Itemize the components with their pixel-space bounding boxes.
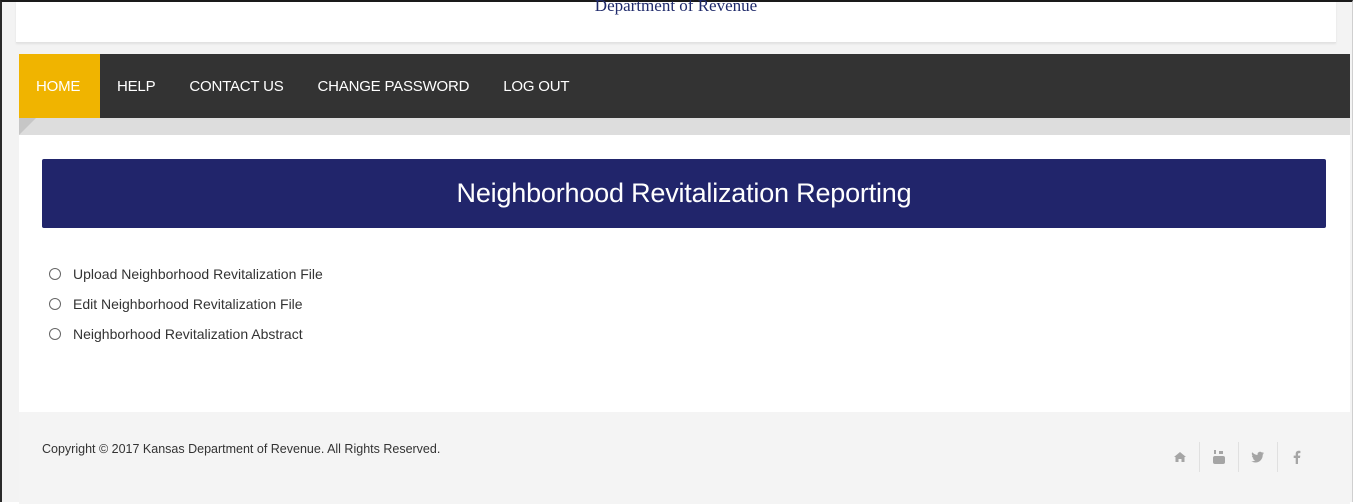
option-label-upload-file: Upload Neighborhood Revitalization File: [73, 266, 323, 282]
site-header: Department of Revenue: [16, 0, 1336, 43]
radio-upload-file[interactable]: [49, 268, 61, 280]
main-navbar: HOME HELP CONTACT US CHANGE PASSWORD LOG…: [19, 54, 1350, 118]
option-label-edit-file: Edit Neighborhood Revitalization File: [73, 296, 303, 312]
navbar-shadow: [19, 118, 1350, 135]
page-frame: Department of Revenue HOME HELP CONTACT …: [0, 0, 1353, 504]
twitter-icon[interactable]: [1238, 442, 1277, 472]
option-upload-file[interactable]: Upload Neighborhood Revitalization File: [49, 259, 323, 289]
youtube-icon[interactable]: [1199, 442, 1238, 472]
facebook-icon[interactable]: [1277, 442, 1316, 472]
main-content: Neighborhood Revitalization Reporting Up…: [19, 135, 1350, 412]
nav-item-help[interactable]: HELP: [100, 54, 172, 118]
option-edit-file[interactable]: Edit Neighborhood Revitalization File: [49, 289, 323, 319]
page-banner: Neighborhood Revitalization Reporting: [42, 159, 1326, 228]
option-label-abstract: Neighborhood Revitalization Abstract: [73, 326, 303, 342]
social-links: [1161, 442, 1316, 472]
option-abstract[interactable]: Neighborhood Revitalization Abstract: [49, 319, 323, 349]
report-options: Upload Neighborhood Revitalization File …: [49, 259, 323, 349]
nav-item-home[interactable]: HOME: [19, 54, 100, 118]
radio-abstract[interactable]: [49, 328, 61, 340]
nav-item-log-out[interactable]: LOG OUT: [486, 54, 586, 118]
radio-edit-file[interactable]: [49, 298, 61, 310]
department-title: Department of Revenue: [594, 0, 758, 15]
home-icon[interactable]: [1161, 442, 1199, 472]
site-footer: Copyright © 2017 Kansas Department of Re…: [19, 412, 1350, 504]
navbar-shadow-fold: [19, 118, 36, 135]
nav-item-contact-us[interactable]: CONTACT US: [172, 54, 300, 118]
page-title: Neighborhood Revitalization Reporting: [456, 178, 912, 208]
copyright-text: Copyright © 2017 Kansas Department of Re…: [42, 442, 441, 456]
nav-item-change-password[interactable]: CHANGE PASSWORD: [301, 54, 487, 118]
